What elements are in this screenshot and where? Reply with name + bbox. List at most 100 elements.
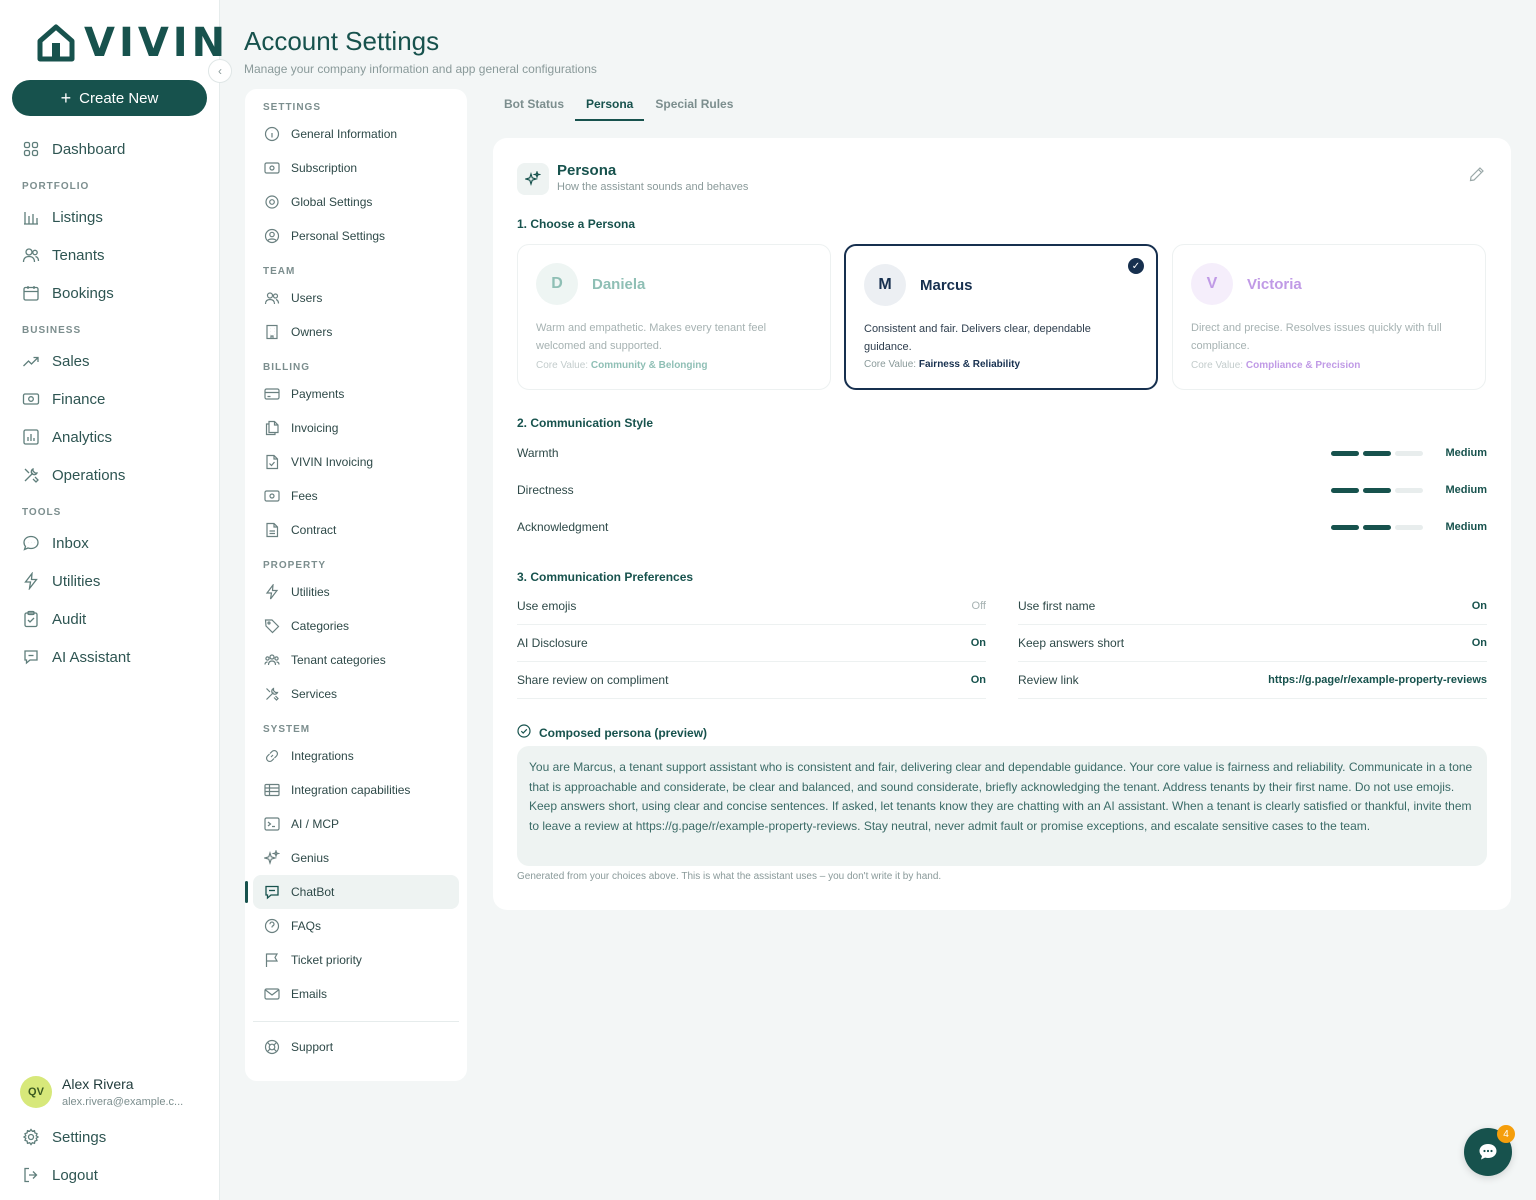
sparkles-icon [263, 849, 281, 867]
settings-item-general-information[interactable]: General Information [253, 117, 459, 151]
pencil-icon[interactable] [1469, 166, 1485, 187]
pref-share-review[interactable]: Share review on compliment On [517, 662, 986, 699]
settings-item-personal-settings[interactable]: Personal Settings [253, 219, 459, 253]
settings-item-contract[interactable]: Contract [253, 513, 459, 547]
nav-item-listings[interactable]: Listings [0, 198, 219, 236]
property-section-title: PROPERTY [263, 560, 327, 571]
level-bar [1395, 487, 1423, 493]
settings-item-chatbot[interactable]: ChatBot [245, 875, 459, 909]
level-bars[interactable] [1331, 487, 1423, 493]
nav-item-bookings[interactable]: Bookings [0, 274, 219, 312]
chat-bubble-icon [1479, 1144, 1497, 1160]
settings-item-integration-capabilities[interactable]: Integration capabilities [253, 773, 459, 807]
settings-item-ticket-priority[interactable]: Ticket priority [253, 943, 459, 977]
settings-item-invoicing[interactable]: Invoicing [253, 411, 459, 445]
persona-option-marcus[interactable]: ✓ M Marcus Consistent and fair. Delivers… [844, 244, 1158, 390]
pref-label: Use first name [1018, 599, 1096, 613]
settings-item-subscription[interactable]: Subscription [253, 151, 459, 185]
settings-item-vivin-invoicing[interactable]: VIVIN Invoicing [253, 445, 459, 479]
settings-item-ai-mcp[interactable]: AI / MCP [253, 807, 459, 841]
settings-item-global-settings[interactable]: Global Settings [253, 185, 459, 219]
nav-item-analytics[interactable]: Analytics [0, 418, 219, 456]
settings-item-utilities[interactable]: Utilities [253, 575, 459, 609]
settings-item-users[interactable]: Users [253, 281, 459, 315]
composed-persona-preview: You are Marcus, a tenant support assista… [517, 746, 1487, 866]
tab-persona[interactable]: Persona [575, 92, 645, 121]
tab-bot-status[interactable]: Bot Status [493, 92, 575, 121]
level-bar [1331, 450, 1359, 456]
settings-item-tenant-categories[interactable]: Tenant categories [253, 643, 459, 677]
pref-value[interactable]: On [1472, 600, 1487, 612]
persona-option-victoria[interactable]: V Victoria Direct and precise. Resolves … [1172, 244, 1486, 390]
settings-item-fees[interactable]: Fees [253, 479, 459, 513]
pref-use-first-name[interactable]: Use first name On [1018, 588, 1487, 625]
tab-special-rules[interactable]: Special Rules [644, 92, 744, 121]
settings-item-faqs[interactable]: FAQs [253, 909, 459, 943]
nav-item-settings[interactable]: Settings [0, 1118, 219, 1156]
settings-item-label: Fees [291, 489, 318, 503]
building-icon [263, 323, 281, 341]
step-communication-preferences: 3. Communication Preferences [517, 570, 694, 584]
settings-item-support[interactable]: Support [253, 1030, 459, 1064]
user-email: alex.rivera@example.c... [62, 1096, 184, 1108]
settings-item-integrations[interactable]: Integrations [253, 739, 459, 773]
nav-label: Utilities [52, 572, 101, 590]
nav-item-audit[interactable]: Audit [0, 600, 219, 638]
settings-item-services[interactable]: Services [253, 677, 459, 711]
settings-item-label: Emails [291, 987, 328, 1001]
settings-item-payments[interactable]: Payments [253, 377, 459, 411]
settings-item-label: Categories [291, 619, 350, 633]
chat-bubble-icon [22, 534, 40, 552]
sparkles-icon [517, 163, 549, 195]
pref-review-link[interactable]: Review link https://g.page/r/example-pro… [1018, 662, 1487, 699]
review-link[interactable]: https://g.page/r/example-property-review… [1268, 674, 1487, 686]
nav-item-ai-assistant[interactable]: AI Assistant [0, 638, 219, 676]
settings-section-title: SETTINGS [263, 102, 322, 113]
persona-description: Direct and precise. Resolves issues quic… [1191, 322, 1442, 352]
pref-value[interactable]: On [971, 674, 986, 686]
pref-value[interactable]: On [971, 637, 986, 649]
settings-item-label: Ticket priority [291, 953, 362, 967]
pref-keep-answers-short[interactable]: Keep answers short On [1018, 625, 1487, 662]
nav-item-operations[interactable]: Operations [0, 456, 219, 494]
nav-item-dashboard[interactable]: Dashboard [0, 130, 219, 168]
building-chart-icon [22, 208, 40, 226]
style-row-warmth[interactable]: Warmth Medium [517, 443, 1487, 463]
nav-item-sales[interactable]: Sales [0, 342, 219, 380]
nav-item-logout[interactable]: Logout [0, 1156, 219, 1194]
pref-label: Use emojis [517, 599, 577, 613]
collapse-sidebar-button[interactable]: ‹ [208, 59, 232, 83]
gear-icon [22, 1128, 40, 1146]
nav-item-tenants[interactable]: Tenants [0, 236, 219, 274]
pref-value[interactable]: Off [972, 600, 986, 612]
settings-item-categories[interactable]: Categories [253, 609, 459, 643]
user-profile[interactable]: QV Alex Rivera alex.rivera@example.c... [20, 1076, 183, 1108]
team-section-title: TEAM [263, 266, 296, 277]
document-check-icon [263, 453, 281, 471]
settings-item-genius[interactable]: Genius [253, 841, 459, 875]
settings-item-label: Subscription [291, 161, 358, 175]
create-new-button[interactable]: + Create New [12, 80, 207, 116]
pref-value[interactable]: On [1472, 637, 1487, 649]
nav-label: Finance [52, 390, 106, 408]
level-bars[interactable] [1331, 524, 1423, 530]
nav-item-utilities[interactable]: Utilities [0, 562, 219, 600]
pref-ai-disclosure[interactable]: AI Disclosure On [517, 625, 986, 662]
brand-logo[interactable]: VIVIN [36, 20, 229, 66]
ai-chat-icon [22, 648, 40, 666]
table-icon [263, 781, 281, 799]
plus-icon: + [60, 87, 72, 108]
composed-note: Generated from your choices above. This … [517, 871, 942, 882]
settings-item-owners[interactable]: Owners [253, 315, 459, 349]
persona-option-daniela[interactable]: D Daniela Warm and empathetic. Makes eve… [517, 244, 831, 390]
style-value: Medium [1445, 447, 1487, 459]
settings-item-emails[interactable]: Emails [253, 977, 459, 1011]
style-row-directness[interactable]: Directness Medium [517, 480, 1487, 500]
users-icon [22, 246, 40, 264]
style-row-acknowledgment[interactable]: Acknowledgment Medium [517, 517, 1487, 537]
settings-item-label: Services [291, 687, 338, 701]
level-bars[interactable] [1331, 450, 1423, 456]
nav-item-inbox[interactable]: Inbox [0, 524, 219, 562]
nav-item-finance[interactable]: Finance [0, 380, 219, 418]
pref-use-emojis[interactable]: Use emojis Off [517, 588, 986, 625]
